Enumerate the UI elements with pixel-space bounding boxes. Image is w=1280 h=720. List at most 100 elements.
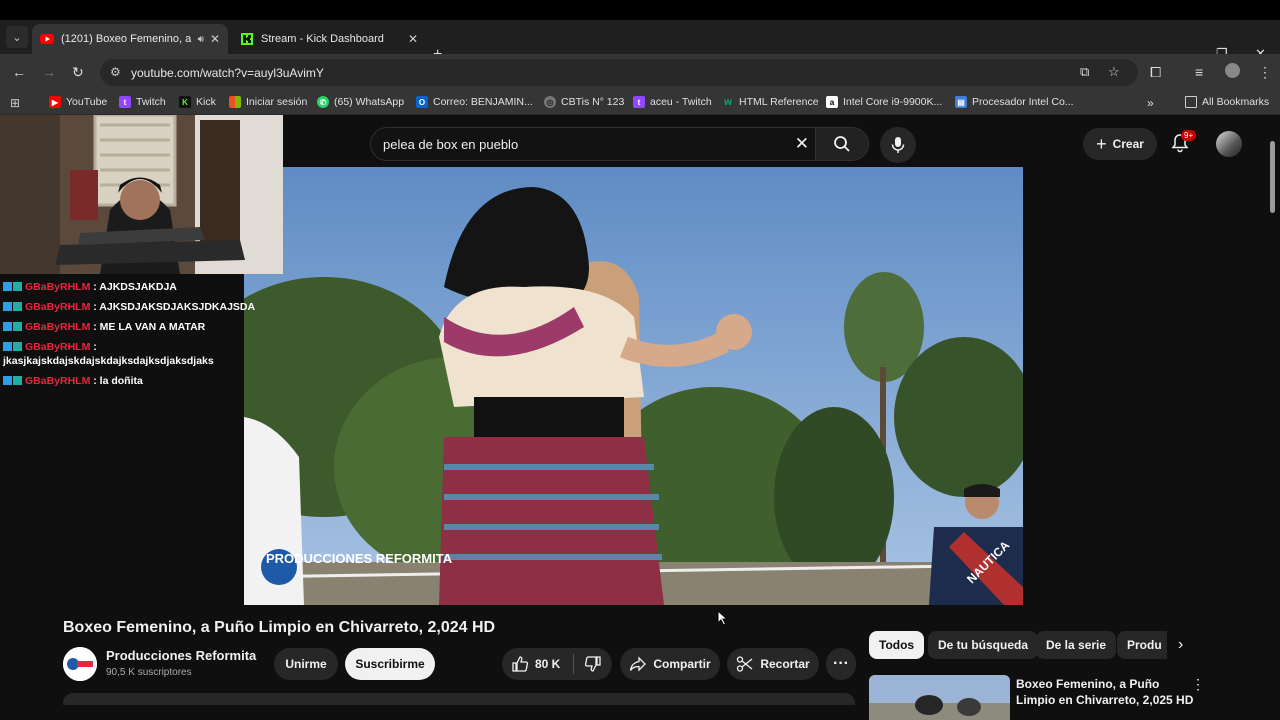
bookmark-kick[interactable]: K Kick	[179, 96, 216, 108]
related-video-thumbnail[interactable]	[869, 675, 1010, 720]
webcam-overlay	[0, 115, 283, 274]
mouse-cursor-icon	[717, 610, 729, 626]
microphone-icon	[891, 137, 905, 153]
chat-text: : la doñita	[93, 375, 143, 387]
account-avatar[interactable]	[1216, 131, 1242, 157]
kick-icon	[241, 33, 253, 45]
description-box[interactable]	[63, 693, 855, 705]
like-count: 80 K	[535, 657, 561, 671]
chat-username: GBaByRHLM	[25, 341, 91, 353]
more-bookmarks-icon[interactable]: »	[1147, 96, 1154, 110]
tab-youtube[interactable]: (1201) Boxeo Femenino, a Pu 🔊︎ ✕	[32, 24, 228, 54]
sub-badge-icon	[13, 322, 22, 331]
media-control-icon[interactable]: ≡	[1195, 64, 1203, 80]
tab-title: (1201) Boxeo Femenino, a Pu	[61, 33, 192, 45]
scrollbar-thumb[interactable]	[1270, 141, 1275, 213]
more-actions-button[interactable]: ···	[826, 648, 856, 680]
folder-icon	[1185, 96, 1197, 108]
chip-de-tu-busqueda[interactable]: De tu búsqueda	[928, 631, 1039, 659]
like-button[interactable]: 80 K	[511, 655, 573, 673]
page-scrollbar[interactable]	[1268, 123, 1276, 713]
voice-search-button[interactable]	[880, 127, 916, 163]
amazon-icon: a	[826, 96, 838, 108]
bookmark-twitch[interactable]: t Twitch	[119, 96, 166, 108]
kick-icon: K	[179, 96, 191, 108]
bookmark-cbtis[interactable]: ◎ CBTis N° 123	[544, 96, 624, 108]
chip-produ[interactable]: Produ	[1117, 631, 1167, 659]
search-input[interactable]: pelea de box en pueblo ✕	[370, 127, 816, 161]
channel-name[interactable]: Producciones Reformita	[106, 648, 256, 663]
chat-text: : ME LA VAN A MATAR	[93, 321, 206, 333]
youtube-icon	[40, 34, 54, 44]
bookmark-outlook[interactable]: O Correo: BENJAMIN...	[416, 96, 533, 108]
twitch-icon: t	[633, 96, 645, 108]
sub-badge-icon	[13, 342, 22, 351]
extensions-icon[interactable]: ⧠	[1150, 64, 1161, 81]
chat-username: GBaByRHLM	[25, 375, 91, 387]
notification-badge: 9+	[1181, 130, 1197, 141]
thumbs-down-icon	[584, 656, 601, 672]
bookmark-whatsapp[interactable]: ✆ (65) WhatsApp	[317, 96, 404, 108]
share-icon	[630, 656, 647, 672]
bookmark-intel-processor[interactable]: ▤ Procesador Intel Co...	[955, 96, 1074, 108]
twitch-icon: t	[119, 96, 131, 108]
related-menu-icon[interactable]: ⋮	[1191, 676, 1205, 693]
chip-de-la-serie[interactable]: De la serie	[1036, 631, 1117, 659]
bookmark-aceu-twitch[interactable]: t aceu - Twitch	[633, 96, 712, 108]
apps-grid-icon[interactable]: ⊞	[10, 96, 20, 110]
tab-search-dropdown[interactable]: ⌄	[6, 26, 28, 48]
bookmark-star-icon[interactable]: ☆	[1108, 64, 1120, 80]
microsoft-icon	[229, 96, 241, 108]
search-icon	[834, 136, 850, 152]
video-watermark: PRODUCCIONES REFORMITA	[266, 551, 453, 566]
bookmark-youtube[interactable]: ▶ YouTube	[49, 96, 107, 108]
bookmark-html-reference[interactable]: w HTML Reference	[722, 96, 818, 108]
prime-badge-icon	[3, 376, 12, 385]
clear-search-icon[interactable]: ✕	[795, 134, 809, 154]
close-icon[interactable]: ✕	[210, 32, 220, 46]
bookmarks-bar: ⊞ ▶ YouTube t Twitch K Kick Iniciar sesión …	[0, 91, 1280, 115]
tab-audio-icon[interactable]: 🔊︎	[198, 34, 204, 45]
clip-button[interactable]: Recortar	[727, 648, 819, 680]
tab-kick-dashboard[interactable]: Stream - Kick Dashboard ✕	[232, 24, 426, 54]
reload-icon[interactable]: ↻	[72, 64, 84, 81]
bookmark-intel-amazon[interactable]: a Intel Core i9-9900K...	[826, 96, 942, 108]
close-icon[interactable]: ✕	[408, 32, 418, 46]
chat-message: GBaByRHLM : la doñita	[0, 371, 260, 391]
prime-badge-icon	[3, 342, 12, 351]
join-button[interactable]: Unirme	[274, 648, 338, 680]
menu-dots-icon[interactable]: ⋮	[1258, 64, 1272, 81]
video-frame: NAUTICA PRODUCCIONES REFORMITA	[244, 167, 1023, 605]
like-dislike-group: 80 K	[502, 648, 612, 680]
all-bookmarks[interactable]: All Bookmarks	[1185, 96, 1269, 108]
chat-username: GBaByRHLM	[25, 301, 91, 313]
chat-username: GBaByRHLM	[25, 321, 91, 333]
chip-todos[interactable]: Todos	[869, 631, 925, 659]
back-icon[interactable]: ←	[12, 64, 26, 80]
install-app-icon[interactable]: ⧉	[1080, 64, 1089, 80]
sub-badge-icon	[13, 376, 22, 385]
chat-text: : AJKSDJAKSDJAKSJDKAJSDA	[93, 301, 256, 313]
prime-badge-icon	[3, 282, 12, 291]
sub-badge-icon	[13, 302, 22, 311]
share-button[interactable]: Compartir	[620, 648, 720, 680]
channel-avatar[interactable]	[63, 647, 97, 681]
chevron-right-icon[interactable]: ›	[1178, 636, 1183, 654]
video-player[interactable]: NAUTICA PRODUCCIONES REFORMITA	[244, 167, 1023, 605]
site-info-icon[interactable]: ⚙	[110, 65, 121, 79]
related-video-title[interactable]: Boxeo Femenino, a Puño Limpio en Chivarr…	[1016, 676, 1194, 706]
forward-icon[interactable]: →	[42, 64, 56, 80]
profile-avatar[interactable]	[1225, 63, 1240, 78]
subscribe-button[interactable]: Suscribirme	[345, 648, 435, 680]
create-button[interactable]: + Crear	[1083, 128, 1157, 160]
dislike-button[interactable]	[574, 655, 608, 673]
address-bar[interactable]: ⚙ youtube.com/watch?v=auyl3uAvimY ⧉ ☆	[100, 59, 1138, 86]
outlook-icon: O	[416, 96, 428, 108]
video-title: Boxeo Femenino, a Puño Limpio en Chivarr…	[63, 619, 496, 636]
sub-badge-icon	[13, 282, 22, 291]
search-button[interactable]	[815, 127, 869, 161]
w3-icon: w	[724, 96, 732, 108]
chat-username: GBaByRHLM	[25, 281, 91, 293]
bookmark-microsoft[interactable]: Iniciar sesión	[229, 96, 307, 108]
chat-text: : AJKDSJAKDJA	[93, 281, 177, 293]
